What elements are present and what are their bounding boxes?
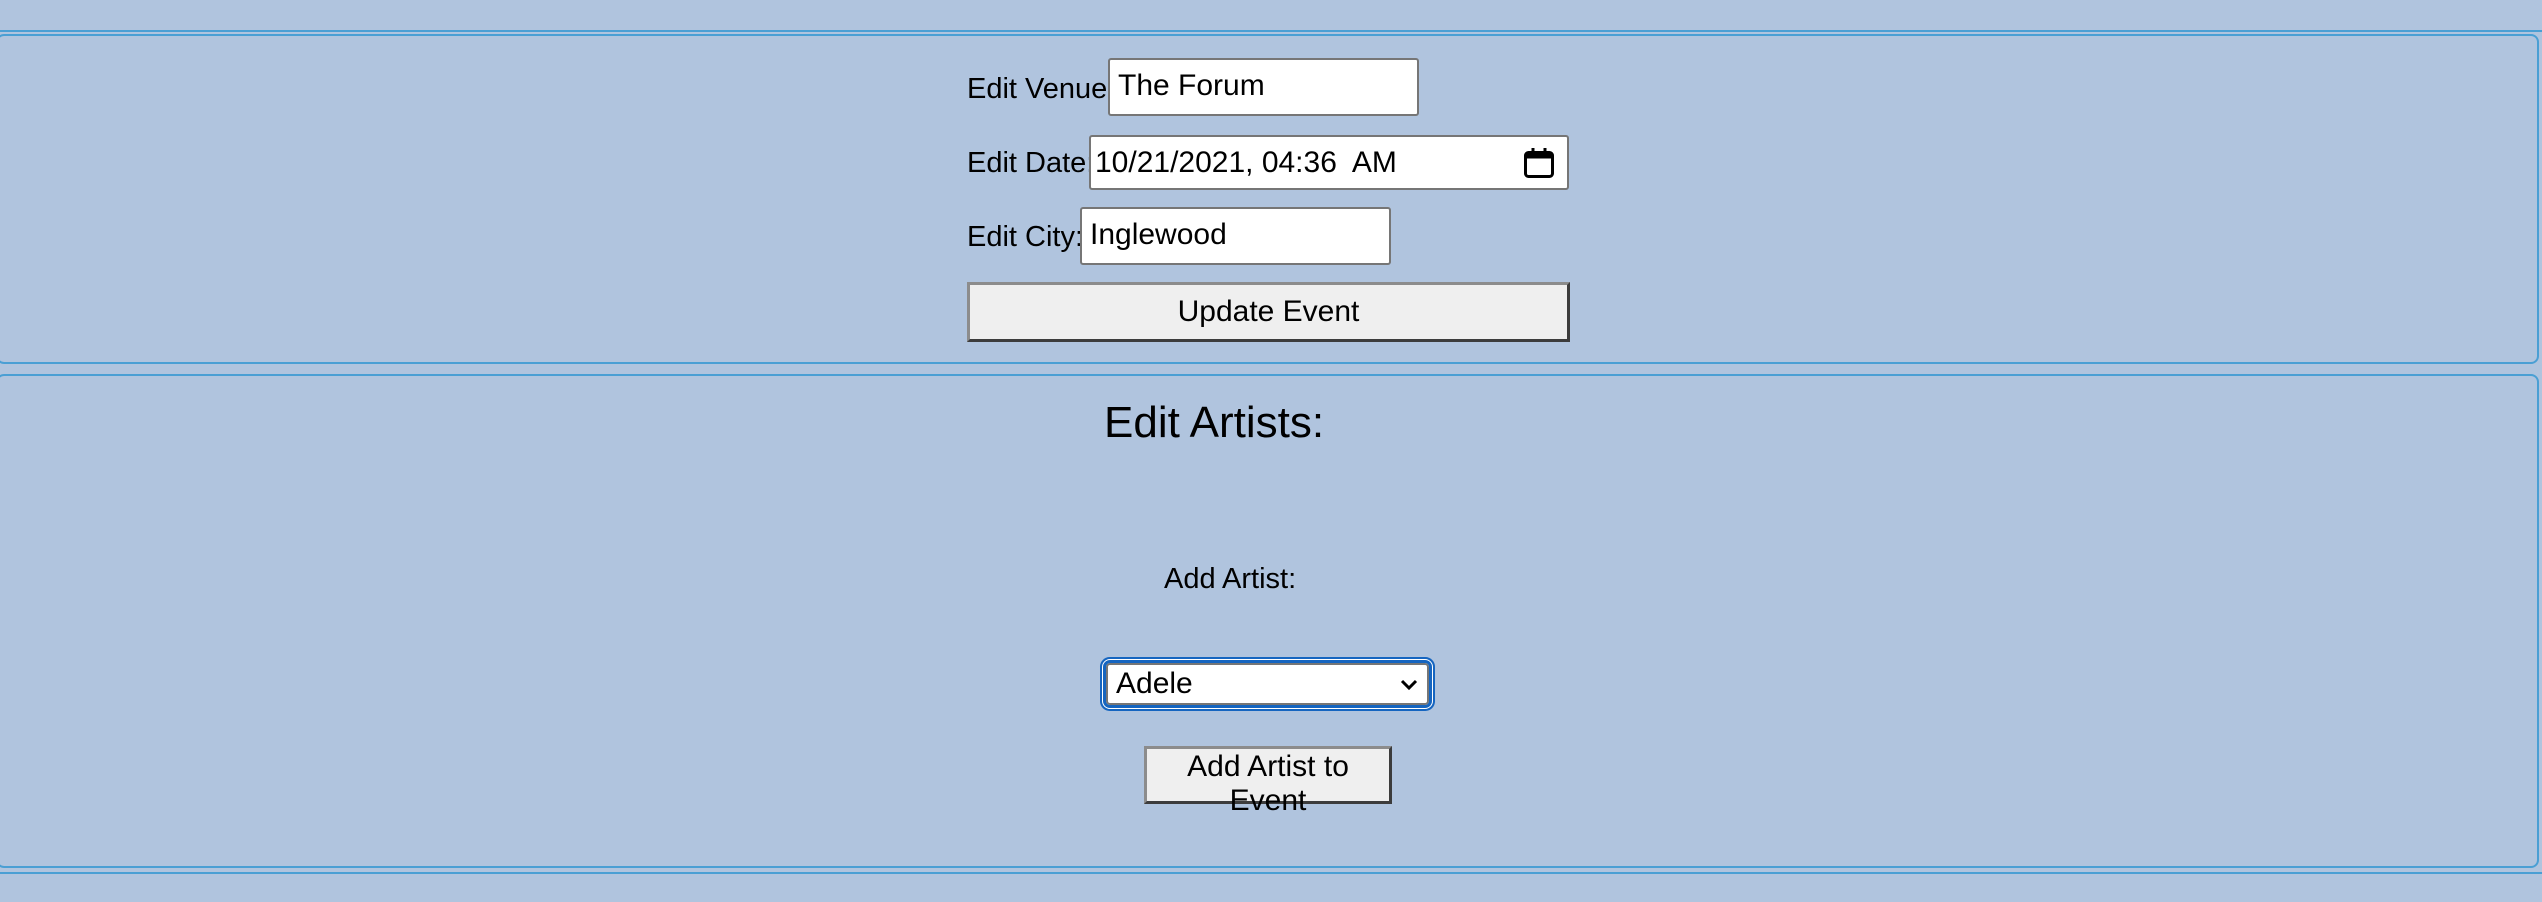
artist-select[interactable]: Adele xyxy=(1103,660,1432,708)
date-input[interactable]: 10/21/2021, 04:36 AM xyxy=(1089,135,1569,190)
divider xyxy=(0,30,2542,32)
edit-artists-heading: Edit Artists: xyxy=(1104,398,1325,447)
chevron-down-icon xyxy=(1400,679,1418,691)
date-value: 10/21/2021, 04:36 AM xyxy=(1095,146,1397,179)
city-label: Edit City: xyxy=(967,221,1084,253)
date-label: Edit Date: xyxy=(967,147,1095,179)
update-event-button[interactable]: Update Event xyxy=(967,282,1570,342)
add-artist-button[interactable]: Add Artist to Event xyxy=(1144,746,1392,817)
calendar-icon[interactable] xyxy=(1521,145,1557,181)
venue-label: Edit Venue: xyxy=(967,73,1116,105)
venue-input[interactable]: The Forum xyxy=(1108,58,1419,116)
city-input[interactable]: Inglewood xyxy=(1080,207,1391,265)
artist-select-value: Adele xyxy=(1116,667,1193,700)
divider xyxy=(0,872,2542,874)
add-artist-label: Add Artist: xyxy=(1164,563,1297,595)
